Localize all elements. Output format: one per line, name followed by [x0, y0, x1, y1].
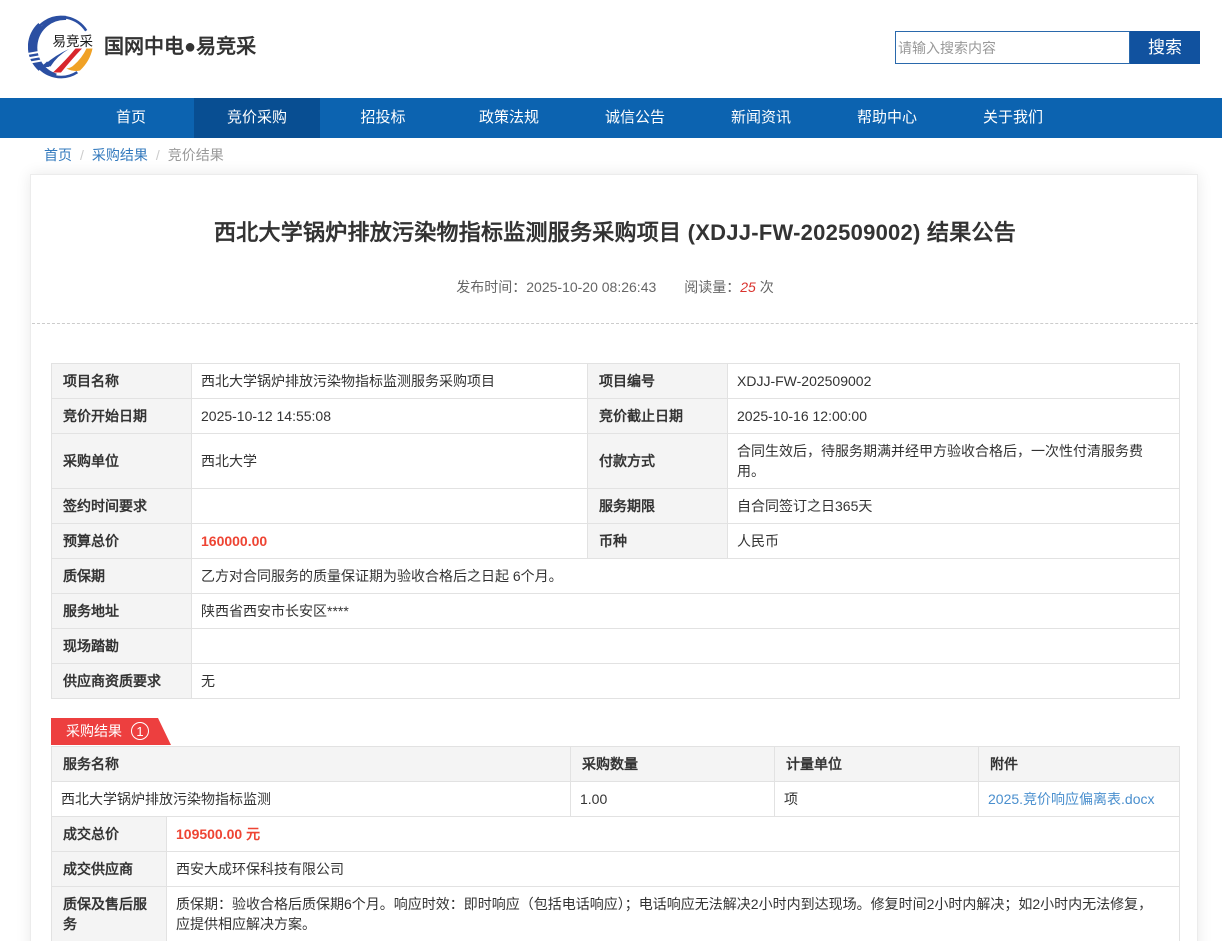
svg-text:易竞采: 易竞采: [53, 33, 94, 49]
